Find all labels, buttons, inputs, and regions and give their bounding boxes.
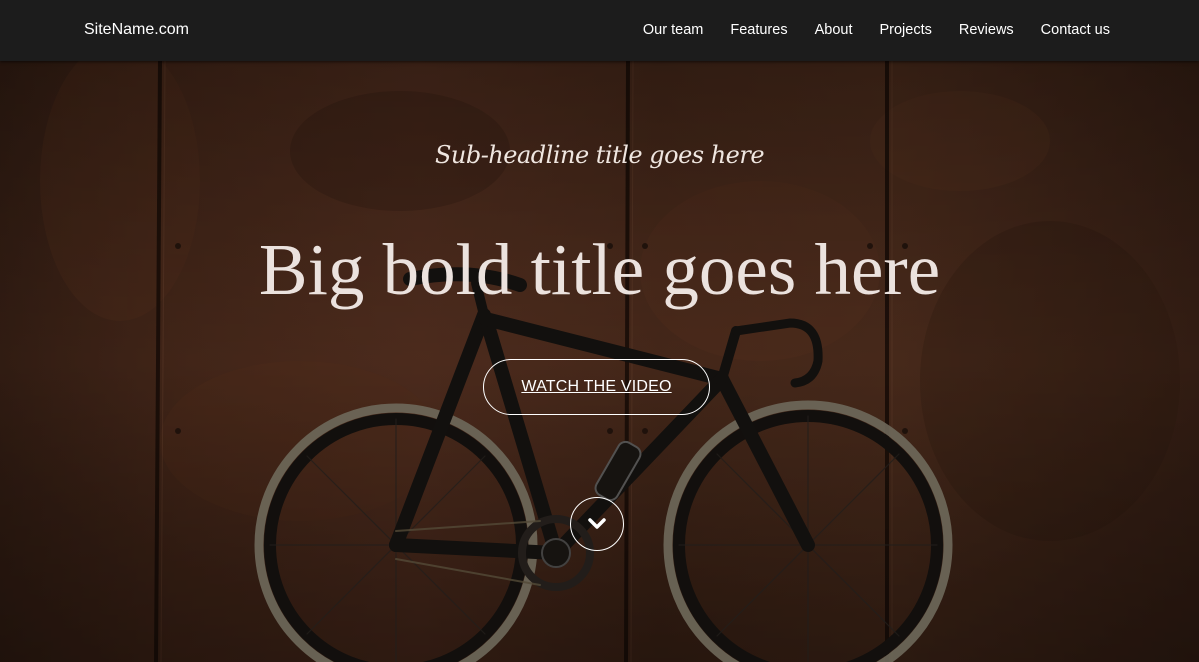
hero-subheadline: Sub-headline title goes here (434, 141, 765, 169)
brand-logo-link[interactable]: SiteName.com (84, 20, 189, 40)
watch-video-button[interactable]: WATCH THE VIDEO (483, 359, 710, 415)
nav-item: Projects (879, 20, 931, 40)
navbar: SiteName.com Our team Features About Pro… (0, 0, 1199, 61)
nav-item: About (815, 20, 853, 40)
hero-headline: Big bold title goes here (258, 229, 941, 310)
nav-item: Our team (643, 20, 703, 40)
nav-link-contact-us[interactable]: Contact us (1041, 22, 1110, 38)
chevron-down-icon (588, 518, 606, 529)
nav-item: Contact us (1041, 20, 1110, 40)
nav-link-our-team[interactable]: Our team (643, 22, 703, 38)
nav-item: Reviews (959, 20, 1014, 40)
nav-link-features[interactable]: Features (730, 22, 787, 38)
nav-link-about[interactable]: About (815, 22, 853, 38)
nav-item: Features (730, 20, 787, 40)
nav-link-reviews[interactable]: Reviews (959, 22, 1014, 38)
nav-link-projects[interactable]: Projects (879, 22, 931, 38)
hero-section: Sub-headline title goes here Big bold ti… (0, 61, 1199, 662)
nav-menu: Our team Features About Projects Reviews… (643, 20, 1110, 40)
scroll-down-button[interactable] (570, 497, 624, 551)
